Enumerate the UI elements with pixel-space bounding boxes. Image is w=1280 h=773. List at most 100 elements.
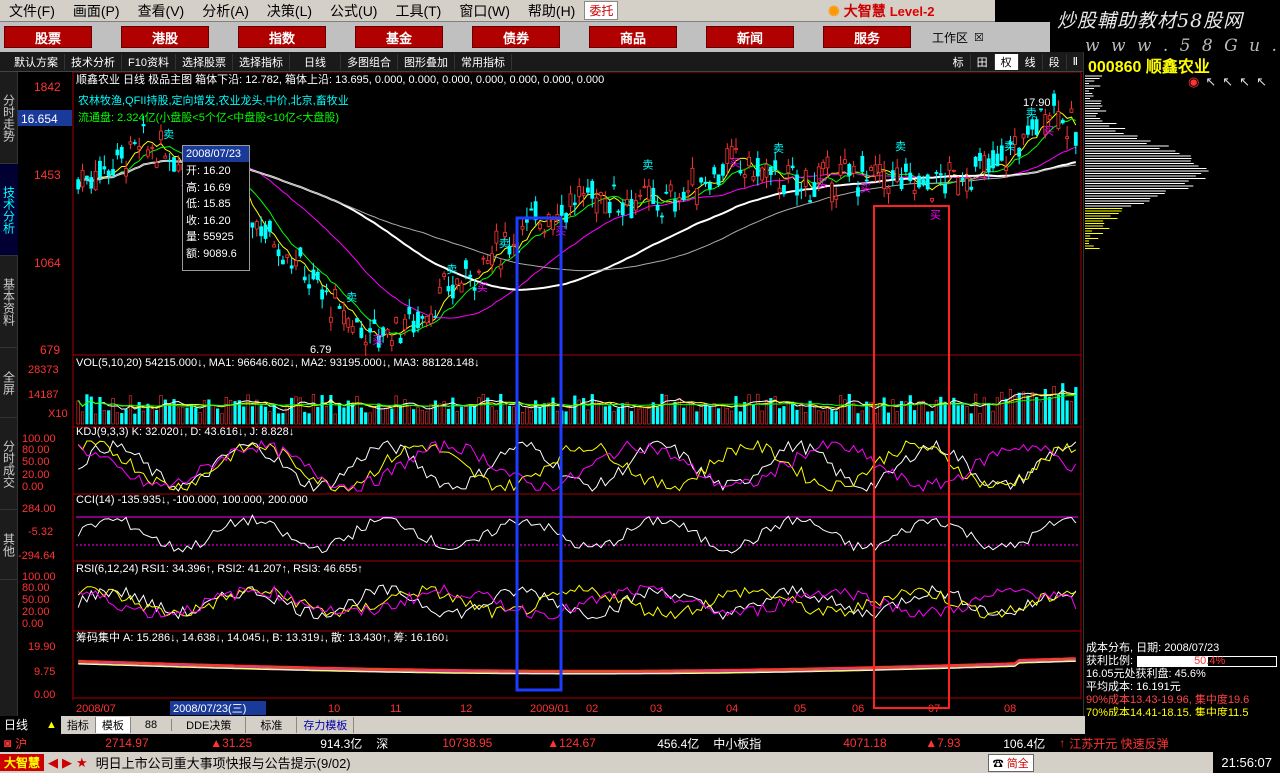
tab-standard[interactable]: 标准: [246, 717, 298, 733]
toolbar-mark-button[interactable]: 标: [947, 53, 971, 70]
kdj-tick-3: 50.00: [22, 456, 50, 468]
day-label[interactable]: 日线: [0, 716, 46, 734]
brand-badge[interactable]: 大智慧: [0, 754, 45, 771]
scroll-right-icon[interactable]: ▶: [62, 755, 76, 771]
toolbar-line-button[interactable]: 线: [1019, 53, 1043, 70]
candle-body: [93, 170, 98, 191]
candle-body: [263, 224, 268, 239]
volume-bar: [686, 401, 690, 425]
workspace-label[interactable]: 工作区: [932, 29, 968, 46]
nav-commodities[interactable]: 商品: [589, 26, 677, 48]
volume-bar: [150, 408, 154, 425]
toolbar-tech-analysis[interactable]: 技术分析: [65, 53, 122, 70]
volume-bar: [555, 410, 559, 425]
nav-funds[interactable]: 基金: [355, 26, 443, 48]
cci-tick-3: -294.64: [18, 550, 55, 562]
tab-saved-template[interactable]: 存力模板: [297, 717, 355, 733]
volume-bar: [385, 408, 390, 425]
day-up-icon[interactable]: ▲: [46, 716, 61, 734]
volume-bar: [1061, 383, 1065, 425]
volume-bar: [390, 408, 394, 425]
menu-trade-button[interactable]: 委托: [584, 1, 619, 20]
sidetab-intraday[interactable]: 分时走势: [0, 72, 18, 164]
x-tick-8: 04: [726, 703, 738, 715]
kdj-tick-5: 0.00: [22, 481, 43, 493]
nav-hk-stocks[interactable]: 港股: [121, 26, 209, 48]
volume-bar: [316, 407, 320, 425]
menu-decision[interactable]: 决策(L): [258, 1, 321, 21]
volume-bar: [381, 408, 385, 425]
nav-stocks[interactable]: 股票: [4, 26, 92, 48]
nav-index[interactable]: 指数: [238, 26, 326, 48]
nav-news[interactable]: 新闻: [706, 26, 794, 48]
ticker-text[interactable]: 明日上市公司重大事项快报与公告提示(9/02): [96, 753, 732, 772]
sidetab-fullscreen[interactable]: 全屏: [0, 348, 18, 418]
tab-88[interactable]: 88: [131, 719, 173, 731]
candle-body: [960, 177, 965, 181]
toolbar-segment-button[interactable]: 段: [1043, 53, 1067, 70]
scroll-left-icon[interactable]: ◀: [44, 755, 62, 771]
toolbar-default-scheme[interactable]: 默认方案: [0, 53, 65, 70]
candle-body: [442, 273, 447, 277]
menu-window[interactable]: 窗口(W): [450, 1, 519, 21]
menu-view-page[interactable]: 画面(P): [64, 1, 129, 21]
candle-body: [668, 184, 673, 192]
news-headline[interactable]: 江苏开元 快速反弹: [1069, 735, 1168, 752]
toolbar-overlay[interactable]: 图形叠加: [398, 53, 455, 70]
sz-index[interactable]: 10738.95: [442, 736, 547, 750]
nav-services[interactable]: 服务: [823, 26, 911, 48]
sz-change: ▲124.67: [547, 736, 596, 750]
sidetab-technical[interactable]: 技术分析: [0, 164, 18, 256]
toolbar-f10[interactable]: F10资料: [122, 53, 176, 70]
tab-dde[interactable]: DDE决策: [172, 717, 247, 733]
sms-box[interactable]: ☎ 简全: [987, 753, 1034, 772]
brand-level: Level-2: [889, 3, 935, 19]
candle-body: [328, 316, 333, 323]
menu-view[interactable]: 查看(V): [129, 1, 194, 21]
sidetab-fundamentals[interactable]: 基本资料: [0, 256, 18, 348]
sme-index[interactable]: 4071.18: [843, 736, 925, 750]
candle-body: [721, 164, 725, 176]
sidetab-other[interactable]: 其他: [0, 510, 18, 580]
volume-bar: [708, 406, 712, 425]
toolbar-daily[interactable]: 日线: [290, 53, 341, 70]
market-ticker: ◙ 沪 2714.97 ▲31.25 914.3亿 深 10738.95 ▲12…: [0, 734, 1280, 752]
candle-body: [829, 182, 834, 203]
cost-distribution-info: 成本分布, 日期: 2008/07/23 获利比例: 50.4% 16.05元处…: [1086, 642, 1280, 720]
volume-bar: [586, 409, 590, 425]
menu-analysis[interactable]: 分析(A): [193, 1, 258, 21]
candle-body: [98, 160, 102, 178]
toolbar-rights-button[interactable]: 权: [994, 53, 1019, 70]
chart-area[interactable]: 1842 1453 1064 679 16.654 卖买卖买卖买卖买卖买卖买买卖…: [18, 72, 1083, 716]
sidetab-ticks[interactable]: 分时成交: [0, 418, 18, 510]
volume-bar: [978, 413, 982, 425]
sh-index[interactable]: 2714.97: [105, 736, 210, 750]
candle-body: [372, 319, 377, 324]
cci-tick-1: 284.00: [22, 503, 56, 515]
menu-tools[interactable]: 工具(T): [386, 1, 450, 21]
toolbar-common-indicator[interactable]: 常用指标: [455, 53, 512, 70]
candle-body: [655, 204, 660, 211]
nav-bonds[interactable]: 债券: [472, 26, 560, 48]
toolbar-multi-chart[interactable]: 多图组合: [341, 53, 398, 70]
workspace-close-icon[interactable]: ☒: [974, 31, 984, 44]
trade-marker-5: 买: [477, 281, 488, 294]
candle-body: [564, 213, 569, 223]
menu-help[interactable]: 帮助(H): [519, 1, 584, 21]
tab-indicator[interactable]: 指标: [61, 717, 96, 733]
menu-formula[interactable]: 公式(U): [321, 1, 386, 21]
toolbar-select-stock[interactable]: 选择股票: [176, 53, 233, 70]
x-tick-10: 06: [852, 703, 864, 715]
profit-ratio-label: 获利比例:: [1086, 655, 1134, 667]
volume-bar: [982, 397, 986, 425]
candle-body: [904, 163, 908, 172]
candle-body: [947, 162, 952, 171]
rsi-tick-5: 0.00: [22, 618, 43, 630]
candle-body: [368, 328, 372, 333]
trade-marker-13: 卖: [895, 140, 906, 153]
toolbar-grid-button[interactable]: 田: [971, 53, 995, 70]
tab-template[interactable]: 模板: [95, 717, 131, 733]
toolbar-select-indicator[interactable]: 选择指标: [233, 53, 290, 70]
menu-file[interactable]: 文件(F): [0, 1, 64, 21]
trade-marker-3: 买: [372, 334, 383, 347]
